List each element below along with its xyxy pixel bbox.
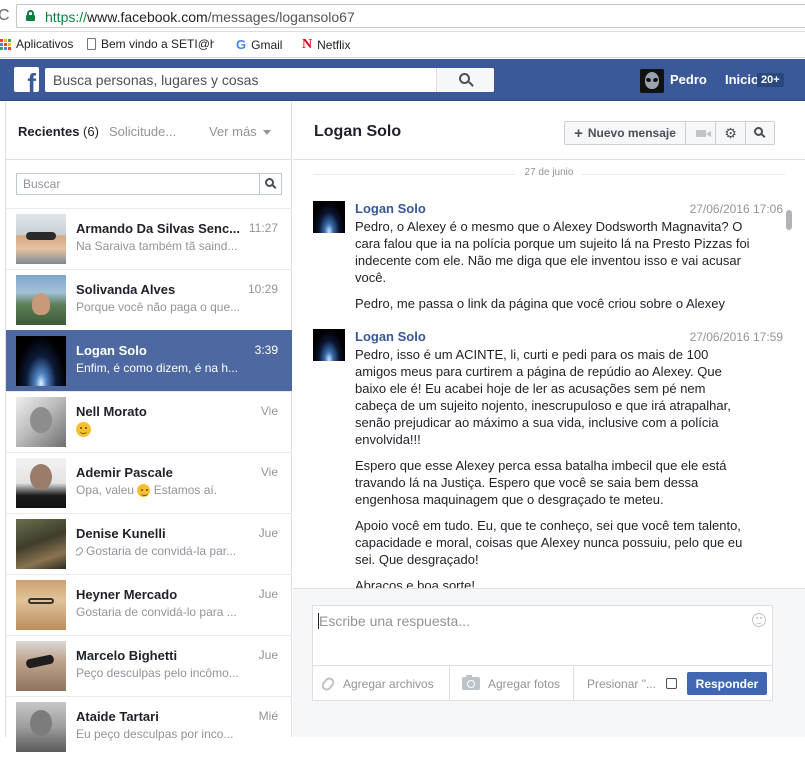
conversation-item[interactable]: Marcelo Bighetti Jue Peço desculpas pelo… — [6, 635, 292, 696]
reload-icon[interactable]: C — [0, 7, 10, 25]
avatar — [16, 580, 66, 630]
message-body: Pedro, o Alexey é o mesmo que o Alexey D… — [355, 219, 750, 311]
message-timestamp: 27/06/2016 17:06 — [689, 202, 783, 216]
global-search-button[interactable] — [436, 68, 494, 92]
reply-input[interactable]: Escribe una respuesta... — [319, 613, 470, 629]
video-call-button[interactable] — [686, 122, 716, 144]
lock-icon — [26, 10, 35, 21]
plus-icon: + — [574, 124, 583, 142]
page-icon — [87, 38, 96, 50]
conversation-search-button[interactable] — [259, 174, 281, 194]
facebook-logo[interactable]: f — [14, 67, 39, 92]
thread-scrollbar[interactable] — [793, 161, 805, 588]
thread-title: Logan Solo — [314, 123, 402, 140]
facebook-top-bar: f Busca personas, lugares y cosas Pedro … — [0, 59, 805, 101]
netflix-n-icon: N — [302, 37, 313, 52]
conversation-item[interactable]: Ademir Pascale Vie Opa, valeu Estamos aí… — [6, 452, 292, 513]
avatar — [313, 329, 345, 361]
home-notification-badge: 20+ — [757, 73, 784, 87]
date-separator: 27 de junio — [313, 167, 785, 178]
attachment-icon — [76, 546, 85, 558]
message-author[interactable]: Logan Solo — [355, 201, 426, 216]
gear-icon: ⚙ — [724, 124, 737, 141]
chevron-down-icon — [262, 130, 271, 136]
reply-composer: Escribe una respuesta... Agregar archivo… — [293, 588, 805, 737]
smiley-emoji-icon — [137, 484, 151, 498]
message-author[interactable]: Logan Solo — [355, 329, 426, 344]
new-message-button[interactable]: + Nuevo mensaje — [565, 122, 686, 144]
message-body: Pedro, isso é um ACINTE, li, curti e ped… — [355, 347, 743, 588]
avatar — [16, 641, 66, 691]
press-enter-checkbox[interactable] — [665, 678, 677, 689]
conversation-sidebar: Recientes (6) Solicitude... Ver más Busc… — [5, 102, 292, 752]
avatar — [16, 458, 66, 508]
avatar — [16, 702, 66, 752]
conversation-item[interactable]: Denise Kunelli Jue Gostaria de convidá-l… — [6, 513, 292, 574]
search-icon — [754, 127, 763, 136]
search-icon — [459, 73, 470, 84]
conversation-item-selected[interactable]: Logan Solo 3:39 Enfim, é como dizem, é n… — [6, 330, 292, 391]
settings-button[interactable]: ⚙ — [716, 122, 746, 144]
home-link[interactable]: Inicio — [725, 72, 759, 87]
avatar — [16, 397, 66, 447]
conversation-item[interactable]: Armando Da Silvas Senc... 11:27 Na Sarai… — [6, 208, 292, 269]
apps-grid-icon — [0, 38, 11, 50]
add-photos-button[interactable]: Agregar fotos — [449, 666, 560, 701]
user-profile-link[interactable]: Pedro — [670, 72, 707, 87]
avatar — [16, 275, 66, 325]
avatar — [16, 336, 66, 386]
paperclip-icon — [319, 674, 337, 693]
bookmark-seti[interactable]: Bem vindo a SETI@hc — [87, 37, 214, 51]
search-icon — [265, 178, 274, 187]
reply-box: Escribe una respuesta... Agregar archivo… — [312, 605, 773, 701]
thread-search-button[interactable] — [746, 122, 774, 144]
press-enter-toggle[interactable]: Presionar "... — [573, 666, 677, 701]
message-thread[interactable]: 27 de junio Logan Solo 27/06/2016 17:06 … — [293, 161, 793, 588]
conversation-item[interactable]: Solivanda Alves 10:29 Porque você não pa… — [6, 269, 292, 330]
user-avatar[interactable] — [640, 69, 664, 93]
bookmark-netflix[interactable]: N Netflix — [302, 37, 350, 53]
bookmark-apps[interactable]: Aplicativos — [0, 37, 73, 51]
url-text: https://www.facebook.com/messages/logans… — [45, 9, 355, 25]
conversation-item[interactable]: Heyner Mercado Jue Gostaria de convidá-l… — [6, 574, 292, 635]
url-field[interactable]: https://www.facebook.com/messages/logans… — [16, 4, 805, 28]
message-timestamp: 27/06/2016 17:59 — [689, 330, 783, 344]
tab-requests[interactable]: Solicitude... — [109, 124, 176, 139]
conversation-list: Armando Da Silvas Senc... 11:27 Na Sarai… — [6, 208, 292, 757]
avatar — [16, 214, 66, 264]
composer-actions: Agregar archivos Agregar fotos Presionar… — [313, 665, 772, 701]
thread-toolbar: + Nuevo mensaje ⚙ — [564, 121, 775, 145]
thread-scrollbar-thumb[interactable] — [786, 210, 792, 230]
camera-icon — [462, 675, 480, 690]
smiley-emoji-icon — [76, 422, 91, 438]
google-g-icon: G — [236, 37, 247, 52]
add-files-button[interactable]: Agregar archivos — [319, 666, 434, 701]
emoji-icon[interactable] — [752, 613, 766, 627]
global-search-input[interactable]: Busca personas, lugares y cosas — [45, 68, 494, 92]
video-camera-icon — [695, 129, 711, 137]
tab-recent[interactable]: Recientes (6) — [18, 124, 99, 139]
reply-send-button[interactable]: Responder — [687, 672, 767, 695]
bookmark-gmail[interactable]: G Gmail — [236, 37, 282, 52]
more-dropdown[interactable]: Ver más — [209, 124, 271, 139]
sidebar-header: Recientes (6) Solicitude... Ver más — [6, 102, 292, 160]
conversation-search-input[interactable]: Buscar — [16, 173, 282, 195]
conversation-item[interactable]: Nell Morato Vie — [6, 391, 292, 452]
avatar — [16, 519, 66, 569]
browser-address-bar: C https://www.facebook.com/messages/loga… — [0, 0, 805, 32]
conversation-item[interactable]: Ataide Tartari Mié Eu peço desculpas por… — [6, 696, 292, 757]
alien-avatar-icon — [645, 72, 659, 89]
avatar — [313, 201, 345, 233]
thread-header: Logan Solo + Nuevo mensaje ⚙ — [293, 102, 805, 160]
bookmarks-bar: Aplicativos Bem vindo a SETI@hc G Gmail … — [0, 32, 805, 58]
